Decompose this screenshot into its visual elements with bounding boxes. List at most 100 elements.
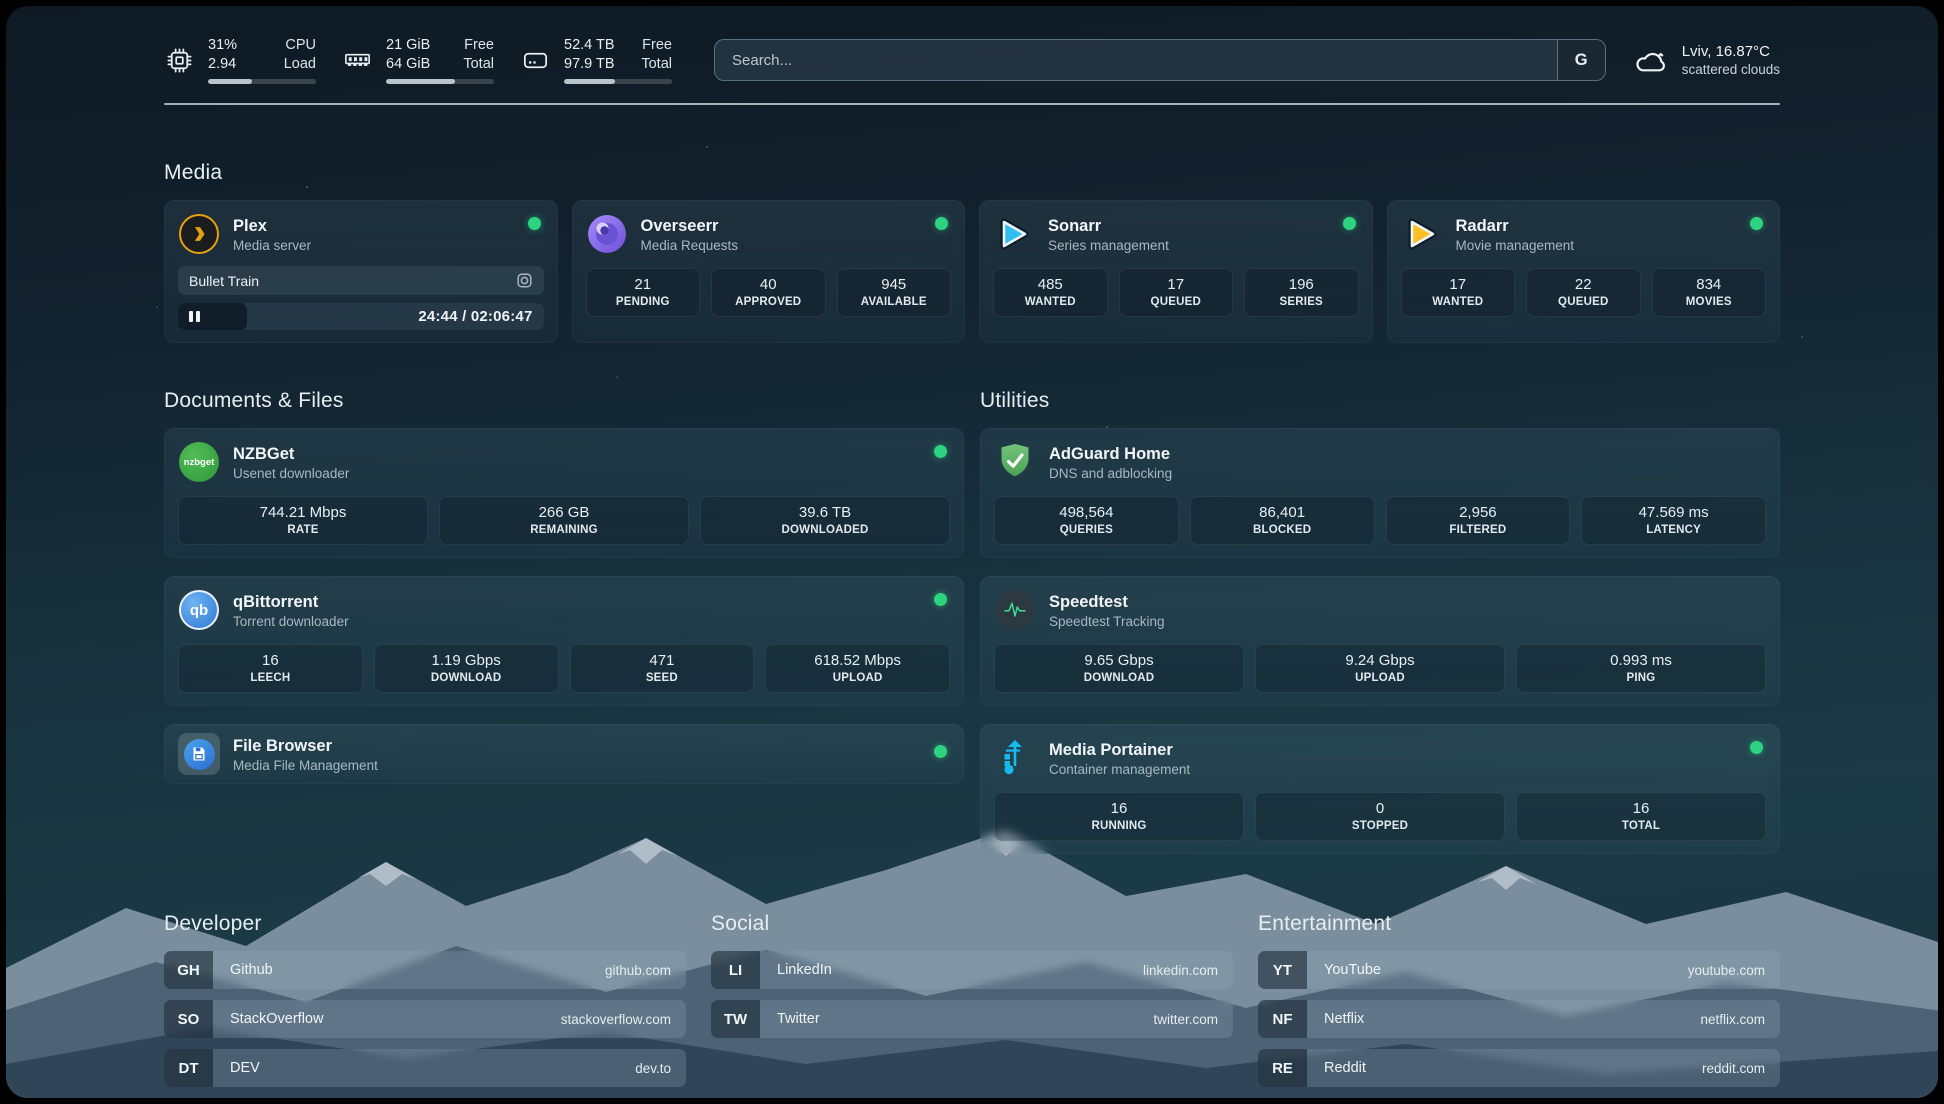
stat-leech: 16LEECH xyxy=(178,644,363,693)
section-social: Social LI LinkedIn linkedin.com TW Twitt… xyxy=(711,912,1233,1087)
bookmark-name: StackOverflow xyxy=(213,1000,561,1038)
memory-icon xyxy=(342,45,373,76)
nzbget-icon: nzbget xyxy=(178,441,220,483)
adguard-card[interactable]: AdGuard Home DNS and adblocking 498,564Q… xyxy=(980,428,1780,558)
speedtest-icon xyxy=(994,589,1036,631)
stat-queued: 17QUEUED xyxy=(1119,268,1234,317)
bookmark-netflix[interactable]: NF Netflix netflix.com xyxy=(1258,1000,1780,1038)
bookmark-github[interactable]: GH Github github.com xyxy=(164,951,686,989)
section-title-developer: Developer xyxy=(164,912,686,936)
section-title-entertainment: Entertainment xyxy=(1258,912,1780,936)
service-title: Overseerr xyxy=(641,216,739,237)
disk-label-2: Total xyxy=(631,55,672,74)
bookmark-stackoverflow[interactable]: SO StackOverflow stackoverflow.com xyxy=(164,1000,686,1038)
playback-progressbar: 24:44 / 02:06:47 xyxy=(178,303,544,330)
stat-rate: 744.21 MbpsRATE xyxy=(178,496,428,545)
disk-widget: 52.4 TB97.9 TB FreeTotal xyxy=(520,36,672,84)
service-subtitle: Media File Management xyxy=(233,758,378,773)
bookmark-abbr: YT xyxy=(1258,951,1307,989)
stat-pending: 21PENDING xyxy=(586,268,701,317)
section-media: Media Plex Media server xyxy=(164,161,1780,343)
bookmark-abbr: NF xyxy=(1258,1000,1307,1038)
bookmark-abbr: GH xyxy=(164,951,213,989)
cpu-usage: 31% xyxy=(208,36,237,55)
weather-widget: Lviv, 16.87°C scattered clouds xyxy=(1632,42,1780,79)
cpu-widget: 31%2.94 CPULoad xyxy=(164,36,316,84)
service-subtitle: Usenet downloader xyxy=(233,466,349,481)
cpu-icon xyxy=(164,45,195,76)
plex-card[interactable]: Plex Media server Bullet Train 24:44 / xyxy=(164,200,558,343)
stat-series: 196SERIES xyxy=(1244,268,1359,317)
disk-icon xyxy=(520,45,551,76)
search-input[interactable] xyxy=(715,40,1557,80)
bookmark-url: reddit.com xyxy=(1702,1049,1780,1087)
service-title: Speedtest xyxy=(1049,592,1165,613)
status-dot xyxy=(528,217,541,230)
service-title: Media Portainer xyxy=(1049,740,1190,761)
bookmark-twitter[interactable]: TW Twitter twitter.com xyxy=(711,1000,1233,1038)
search-provider-button[interactable]: G xyxy=(1557,40,1605,80)
speedtest-card[interactable]: Speedtest Speedtest Tracking 9.65 GbpsDO… xyxy=(980,576,1780,706)
bookmark-url: github.com xyxy=(605,951,686,989)
stat-queries: 498,564QUERIES xyxy=(994,496,1179,545)
nzbget-card[interactable]: nzbget NZBGet Usenet downloader 744.21 M… xyxy=(164,428,964,558)
bookmark-linkedin[interactable]: LI LinkedIn linkedin.com xyxy=(711,951,1233,989)
plex-icon xyxy=(178,213,220,255)
portainer-card[interactable]: Media Portainer Container management 16R… xyxy=(980,724,1780,854)
bookmark-dev[interactable]: DT DEV dev.to xyxy=(164,1049,686,1087)
service-title: AdGuard Home xyxy=(1049,444,1172,465)
memory-total: 64 GiB xyxy=(386,55,430,74)
adguard-icon xyxy=(994,441,1036,483)
stat-movies: 834MOVIES xyxy=(1652,268,1767,317)
bookmark-name: Twitter xyxy=(760,1000,1153,1038)
disk-label-1: Free xyxy=(631,36,672,55)
service-title: Plex xyxy=(233,216,311,237)
service-title: File Browser xyxy=(233,736,378,757)
section-utilities: Utilities xyxy=(980,389,1780,854)
disk-total: 97.9 TB xyxy=(564,55,615,74)
weather-condition: scattered clouds xyxy=(1682,62,1780,77)
filebrowser-icon xyxy=(178,733,220,775)
service-subtitle: Media Requests xyxy=(641,238,739,253)
overseerr-card[interactable]: Overseerr Media Requests 21PENDING 40APP… xyxy=(572,200,966,343)
bookmark-abbr: TW xyxy=(711,1000,760,1038)
memory-widget: 21 GiB64 GiB FreeTotal xyxy=(342,36,494,84)
stat-total: 16TOTAL xyxy=(1516,792,1766,841)
service-subtitle: DNS and adblocking xyxy=(1049,466,1172,481)
stat-available: 945AVAILABLE xyxy=(837,268,952,317)
stat-download: 1.19 GbpsDOWNLOAD xyxy=(374,644,559,693)
service-subtitle: Speedtest Tracking xyxy=(1049,614,1165,629)
bookmark-youtube[interactable]: YT YouTube youtube.com xyxy=(1258,951,1780,989)
radarr-card[interactable]: Radarr Movie management 17WANTED 22QUEUE… xyxy=(1387,200,1781,343)
qbittorrent-icon: qb xyxy=(178,589,220,631)
service-title: NZBGet xyxy=(233,444,349,465)
snow-particles xyxy=(6,6,8,8)
memory-label-1: Free xyxy=(446,36,494,55)
pause-icon xyxy=(189,311,200,322)
bookmark-name: YouTube xyxy=(1307,951,1688,989)
topbar-divider xyxy=(164,103,1780,105)
stat-wanted: 485WANTED xyxy=(993,268,1108,317)
sonarr-card[interactable]: Sonarr Series management 485WANTED 17QUE… xyxy=(979,200,1373,343)
cloud-icon xyxy=(1632,42,1669,79)
cpu-label-2: Load xyxy=(253,55,316,74)
radarr-icon xyxy=(1401,213,1443,255)
bookmark-name: Github xyxy=(213,951,605,989)
memory-free: 21 GiB xyxy=(386,36,430,55)
stat-upload: 9.24 GbpsUPLOAD xyxy=(1255,644,1505,693)
stat-running: 16RUNNING xyxy=(994,792,1244,841)
section-title-social: Social xyxy=(711,912,1233,936)
bookmark-url: twitter.com xyxy=(1153,1000,1233,1038)
playback-time: 24:44 / 02:06:47 xyxy=(418,308,532,325)
bookmark-abbr: RE xyxy=(1258,1049,1307,1087)
stat-stopped: 0STOPPED xyxy=(1255,792,1505,841)
filebrowser-card[interactable]: File Browser Media File Management xyxy=(164,724,964,784)
bookmark-abbr: DT xyxy=(164,1049,213,1087)
memory-label-2: Total xyxy=(446,55,494,74)
service-subtitle: Media server xyxy=(233,238,311,253)
qbittorrent-card[interactable]: qb qBittorrent Torrent downloader 16LEEC… xyxy=(164,576,964,706)
stat-ping: 0.993 msPING xyxy=(1516,644,1766,693)
cpu-load: 2.94 xyxy=(208,55,237,74)
service-title: Radarr xyxy=(1456,216,1575,237)
bookmark-reddit[interactable]: RE Reddit reddit.com xyxy=(1258,1049,1780,1087)
